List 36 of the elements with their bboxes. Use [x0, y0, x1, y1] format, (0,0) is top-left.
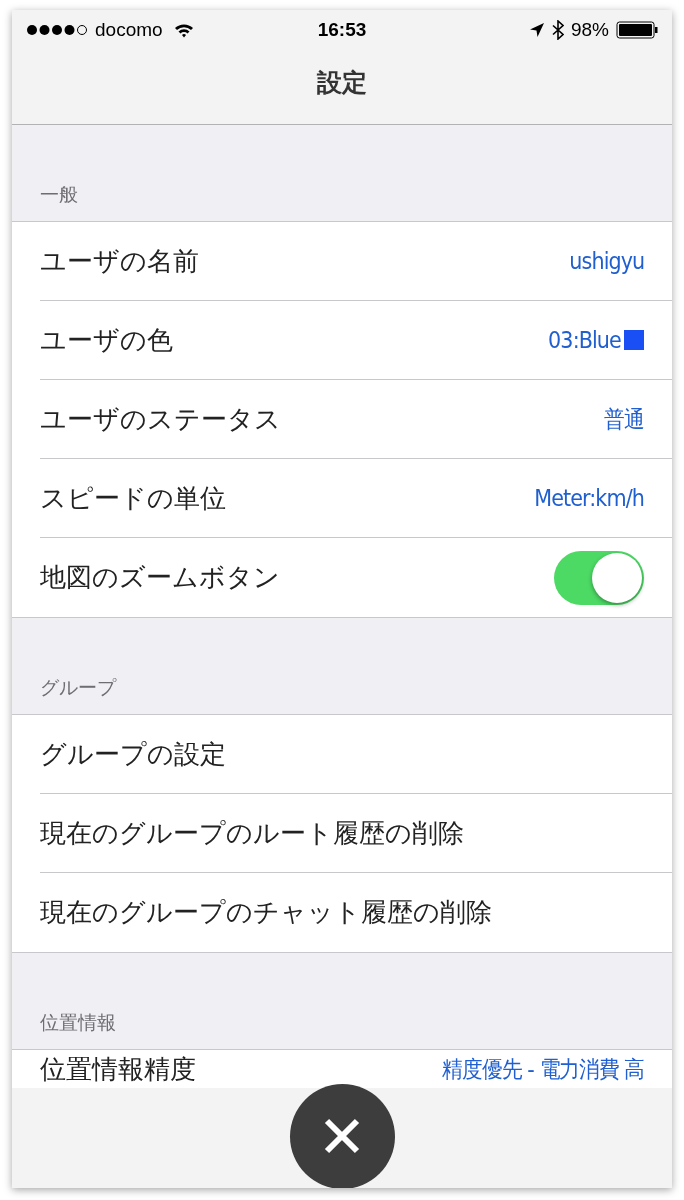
row-label: 現在のグループのルート履歴の削除: [40, 816, 464, 850]
section-header: 位置情報: [40, 1010, 116, 1035]
battery-percent: 98%: [571, 17, 609, 42]
wifi-icon: [173, 22, 194, 38]
status-time: 16:53: [317, 17, 367, 42]
settings-row[interactable]: グループの設定: [40, 715, 672, 794]
row-label: スピードの単位: [40, 481, 226, 515]
settings-row[interactable]: 現在のグループのルート履歴の削除: [40, 794, 672, 873]
section-header: グループ: [40, 675, 116, 700]
row-label: 現在のグループのチャット履歴の削除: [40, 896, 492, 929]
settings-row[interactable]: 地図のズームボタン: [40, 538, 672, 617]
row-value: 03:Blue: [548, 325, 621, 355]
row-label: グループの設定: [40, 737, 226, 771]
screen-title: 設定: [317, 67, 367, 99]
row-label: ユーザの色: [40, 323, 173, 357]
row-label: 地図のズームボタン: [40, 561, 280, 594]
row-value: Meter:km/h: [534, 483, 644, 513]
bluetooth-icon: [552, 20, 564, 40]
row-value: 普通: [604, 404, 644, 434]
row-label: 位置情報精度: [40, 1052, 196, 1086]
row-label: ユーザのステータス: [40, 402, 281, 436]
location-arrow-icon: [529, 22, 545, 38]
close-icon: [323, 1117, 361, 1155]
toggle-switch[interactable]: [554, 550, 644, 605]
settings-row[interactable]: 現在のグループのチャット履歴の削除: [40, 873, 672, 952]
settings-row[interactable]: ユーザの名前 ushigyu: [40, 222, 672, 301]
battery-icon: [616, 21, 658, 39]
row-label: ユーザの名前: [40, 244, 199, 278]
settings-row[interactable]: スピードの単位 Meter:km/h: [40, 459, 672, 538]
settings-row[interactable]: ユーザの色 03:Blue: [40, 301, 672, 380]
settings-row[interactable]: ユーザのステータス 普通: [40, 380, 672, 459]
row-value: ushigyu: [569, 246, 644, 276]
carrier-name: docomo: [95, 17, 163, 42]
row-value: 精度優先 - 電力消費 高: [442, 1054, 644, 1084]
section-header: 一般: [40, 182, 78, 207]
signal-icon: [26, 24, 90, 36]
